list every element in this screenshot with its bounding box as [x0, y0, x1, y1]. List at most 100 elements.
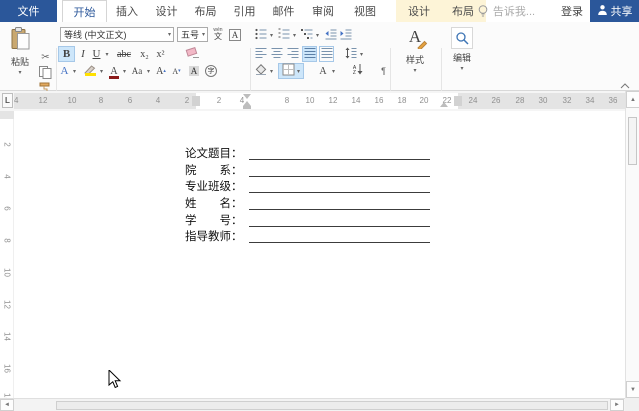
text-effects-button[interactable]: A	[58, 63, 71, 79]
styles-button-label: 样式	[405, 55, 424, 65]
font-name-value: 等线 (中文正文)	[64, 30, 127, 40]
vertical-scroll-thumb[interactable]	[628, 117, 637, 165]
tab-file[interactable]: 文件	[0, 0, 57, 22]
text-highlight-button[interactable]	[81, 63, 98, 79]
decrease-indent-button[interactable]	[324, 27, 337, 43]
character-shading-button[interactable]: A	[187, 63, 201, 79]
left-indent-marker[interactable]	[243, 106, 251, 109]
font-size-select[interactable]: 五号 ▾	[177, 27, 208, 42]
vertical-scrollbar[interactable]: ▲ ▼	[625, 91, 639, 398]
search-icon	[451, 27, 473, 49]
line-spacing-dropdown-icon[interactable]: ▾	[358, 46, 365, 62]
share-button[interactable]: 共享	[590, 0, 639, 22]
bullet-list-button[interactable]	[254, 27, 268, 43]
tab-design[interactable]: 设计	[147, 0, 186, 22]
italic-button[interactable]: I	[77, 46, 89, 62]
line-spacing-button[interactable]	[344, 46, 358, 62]
distribute-button[interactable]	[319, 46, 334, 62]
change-case-button[interactable]: Aa	[129, 63, 145, 79]
tab-view[interactable]: 视图	[345, 0, 385, 22]
tab-references[interactable]: 引用	[225, 0, 264, 22]
character-border-button[interactable]: A	[228, 27, 242, 42]
ruler-number: 8	[284, 96, 290, 105]
multilevel-list-button[interactable]	[300, 27, 314, 43]
ruler-number: 16	[2, 364, 12, 373]
editing-button[interactable]: 编辑 ▾	[445, 27, 479, 72]
text-effects-dropdown-icon[interactable]: ▾	[71, 63, 78, 79]
bold-button[interactable]: B	[58, 46, 75, 62]
horizontal-scroll-thumb[interactable]	[56, 401, 608, 410]
font-color-dropdown-icon[interactable]: ▾	[121, 63, 128, 79]
right-margin-marker[interactable]	[454, 96, 462, 106]
strikethrough-button[interactable]: abc	[113, 46, 135, 62]
copy-button[interactable]	[38, 65, 53, 80]
document-page[interactable]: 论文题目： 院 系： 专业班级： 姓 名： 学 号： 指导教师：	[14, 111, 625, 398]
cut-button[interactable]: ✂	[38, 51, 53, 64]
scroll-right-button[interactable]: ►	[610, 399, 624, 411]
styles-button[interactable]: A 样式 ▾	[394, 27, 436, 74]
bullet-list-dropdown-icon[interactable]: ▾	[268, 27, 275, 43]
right-indent-marker[interactable]	[440, 102, 448, 107]
vertical-ruler[interactable]: 24681012141618	[0, 111, 14, 402]
font-color-button[interactable]: A	[107, 63, 121, 79]
asian-layout-dropdown-icon[interactable]: ▾	[330, 63, 337, 79]
align-center-icon	[271, 47, 283, 62]
horizontal-ruler[interactable]: 1412108642248101214161820222426283032343…	[14, 93, 625, 109]
contextual-tab-design[interactable]: 设计	[400, 0, 438, 22]
underline-button[interactable]: U	[90, 46, 103, 62]
scroll-left-button[interactable]: ◄	[0, 399, 14, 411]
tab-review[interactable]: 审阅	[303, 0, 343, 22]
numbered-list-dropdown-icon[interactable]: ▾	[291, 27, 298, 43]
borders-button[interactable]: ▾	[278, 63, 304, 79]
tab-layout[interactable]: 布局	[186, 0, 225, 22]
sort-button[interactable]: AZ	[350, 63, 366, 79]
ruler-number: 24	[468, 96, 478, 105]
show-marks-button[interactable]: ¶	[378, 63, 389, 79]
form-label: 学 号：	[185, 215, 243, 227]
scroll-up-button[interactable]: ▲	[626, 91, 639, 108]
superscript-button[interactable]: x²	[153, 46, 168, 62]
form-underline[interactable]	[249, 146, 430, 160]
change-case-dropdown-icon[interactable]: ▾	[145, 63, 152, 79]
highlight-dropdown-icon[interactable]: ▾	[98, 63, 105, 79]
character-border-icon: A	[228, 28, 242, 41]
align-center-button[interactable]	[270, 46, 284, 62]
subscript-button[interactable]: x₂	[137, 46, 152, 62]
tab-home[interactable]: 开始	[62, 0, 107, 22]
tab-insert[interactable]: 插入	[107, 0, 147, 22]
font-size-value: 五号	[181, 30, 200, 40]
clear-formatting-button[interactable]	[184, 46, 202, 62]
form-underline[interactable]	[249, 213, 430, 227]
enclose-character-button[interactable]: 字	[203, 63, 219, 79]
lightbulb-icon	[477, 4, 489, 21]
tell-me-box[interactable]: 告诉我...	[491, 0, 537, 22]
sign-in-button[interactable]: 登录	[556, 0, 588, 22]
underline-dropdown-icon[interactable]: ▾	[103, 46, 111, 62]
increase-indent-button[interactable]	[339, 27, 352, 43]
phonetic-guide-button[interactable]: wén 文	[211, 27, 225, 42]
asian-layout-button[interactable]: A	[316, 63, 330, 79]
tab-selector-button[interactable]: L	[2, 93, 13, 108]
shading-button[interactable]	[254, 63, 268, 79]
font-name-select[interactable]: 等线 (中文正文) ▾	[60, 27, 174, 42]
left-margin-marker[interactable]	[192, 96, 200, 106]
align-right-button[interactable]	[286, 46, 300, 62]
scroll-down-button[interactable]: ▼	[626, 381, 639, 398]
vertical-ruler-margin	[0, 111, 14, 119]
tab-mailings[interactable]: 邮件	[264, 0, 303, 22]
first-line-indent-marker[interactable]	[243, 94, 251, 99]
form-underline[interactable]	[249, 163, 430, 177]
horizontal-scrollbar[interactable]: ◄ ►	[0, 398, 639, 411]
justify-button[interactable]	[302, 46, 317, 62]
shrink-font-button[interactable]: A ▾	[170, 63, 183, 79]
ruler-number: 12	[38, 96, 48, 105]
form-underline[interactable]	[249, 196, 430, 210]
form-underline[interactable]	[249, 179, 430, 193]
grow-font-button[interactable]: A ▴	[154, 63, 168, 79]
shading-dropdown-icon[interactable]: ▾	[268, 63, 275, 79]
form-underline[interactable]	[249, 229, 430, 243]
multilevel-list-dropdown-icon[interactable]: ▾	[314, 27, 321, 43]
paste-button[interactable]: 粘贴 ▾	[5, 27, 35, 76]
align-left-button[interactable]	[254, 46, 268, 62]
numbered-list-button[interactable]	[277, 27, 291, 43]
